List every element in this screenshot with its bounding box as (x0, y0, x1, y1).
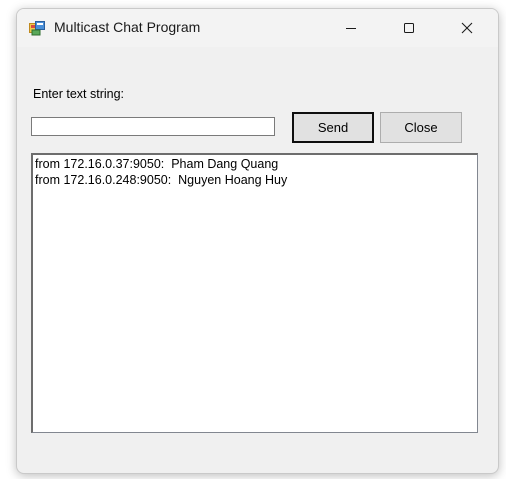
app-window-icon[interactable] (29, 20, 45, 36)
messages-listbox[interactable]: from 172.16.0.37:9050: Pham Dang Quang f… (31, 153, 478, 433)
send-button[interactable]: Send (292, 112, 374, 143)
close-window-button[interactable] (438, 9, 496, 47)
maximize-icon (404, 23, 414, 33)
minimize-button[interactable] (322, 9, 380, 47)
maximize-button[interactable] (380, 9, 438, 47)
minimize-icon (346, 28, 356, 29)
close-button[interactable]: Close (380, 112, 462, 143)
list-item[interactable]: from 172.16.0.37:9050: Pham Dang Quang (35, 156, 475, 172)
window-title: Multicast Chat Program (54, 19, 201, 35)
title-bar[interactable]: Multicast Chat Program (17, 9, 498, 47)
main-window: Multicast Chat Program Enter text string… (16, 8, 499, 474)
close-icon (461, 22, 473, 34)
message-input[interactable] (31, 117, 275, 136)
enter-text-label: Enter text string: (33, 87, 125, 101)
list-item[interactable]: from 172.16.0.248:9050: Nguyen Hoang Huy (35, 172, 475, 188)
